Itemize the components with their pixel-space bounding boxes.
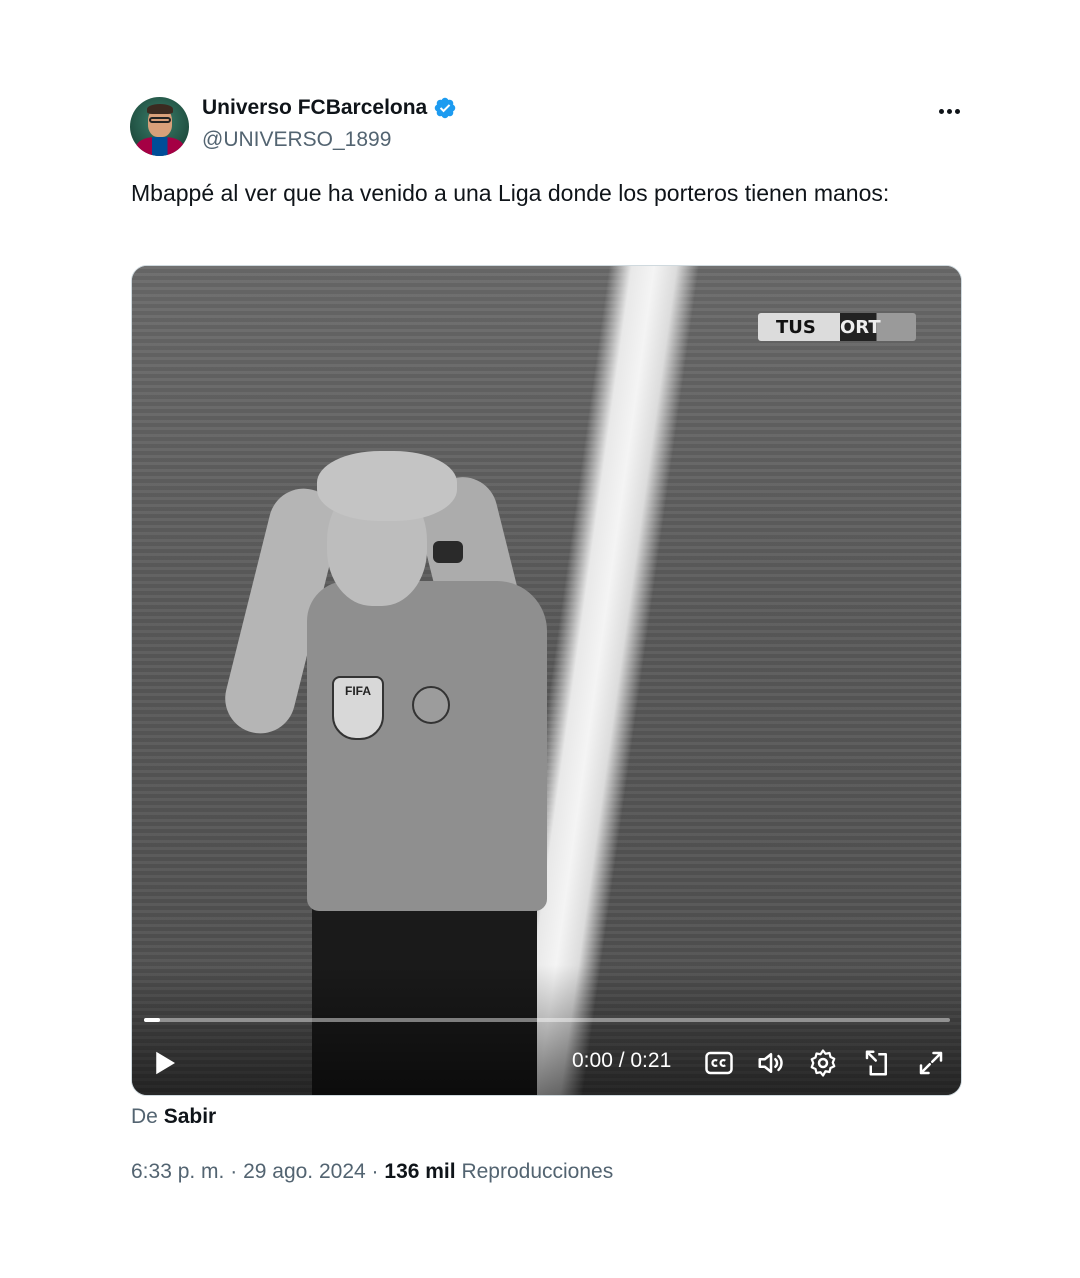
source-prefix: De [131,1105,158,1128]
avatar-hair [147,104,173,114]
video-player[interactable]: TUS ORT FIFA 0:00 / 0:21 [131,265,962,1096]
broadcast-logo: TUS ORT [758,313,916,341]
more-dot-icon [954,108,960,114]
tweet-date-link[interactable]: 29 ago. 2024 [243,1160,366,1183]
video-progress-fill [144,1018,161,1022]
author-handle[interactable]: @UNIVERSO_1899 [202,128,391,152]
meta-separator: · [371,1160,379,1183]
picture-in-picture-icon[interactable] [862,1048,892,1078]
video-progress-bar[interactable] [144,1018,950,1022]
tweet-time-link[interactable]: 6:33 p. m. [131,1160,224,1183]
referee-watch [433,541,463,563]
video-time-display: 0:00 / 0:21 [572,1049,672,1072]
referee-crest [412,686,450,724]
source-name-link[interactable]: Sabir [164,1105,217,1128]
tweet-text: Mbappé al ver que ha venido a una Liga d… [131,180,890,206]
volume-icon[interactable] [756,1048,786,1078]
referee-shirt [307,581,547,911]
video-source-attribution: De Sabir [131,1105,216,1129]
meta-separator: · [230,1160,238,1183]
avatar[interactable] [130,97,189,156]
fullscreen-icon[interactable] [916,1048,946,1078]
avatar-shirt [136,137,184,156]
broadcast-logo-left: TUS [776,316,816,338]
fifa-badge: FIFA [332,676,384,740]
author-name-row: Universo FCBarcelona [202,96,457,120]
author-display-name[interactable]: Universo FCBarcelona [202,96,427,120]
tweet-meta: 6:33 p. m. · 29 ago. 2024 · 136 mil Repr… [131,1160,613,1184]
more-options-button[interactable] [930,97,968,125]
verified-badge-icon [435,97,456,119]
tweet-card: Universo FCBarcelona @UNIVERSO_1899 Mbap… [0,0,1080,1278]
captions-icon[interactable] [704,1048,734,1078]
play-icon[interactable] [150,1048,180,1078]
more-dot-icon [946,108,952,114]
views-count: 136 mil [384,1160,456,1183]
referee-hands [317,451,457,521]
views-label: Reproducciones [461,1160,614,1183]
broadcast-logo-right: ORT [840,316,881,338]
settings-icon[interactable] [808,1048,838,1078]
avatar-glasses [149,117,171,123]
more-dot-icon [938,108,944,114]
